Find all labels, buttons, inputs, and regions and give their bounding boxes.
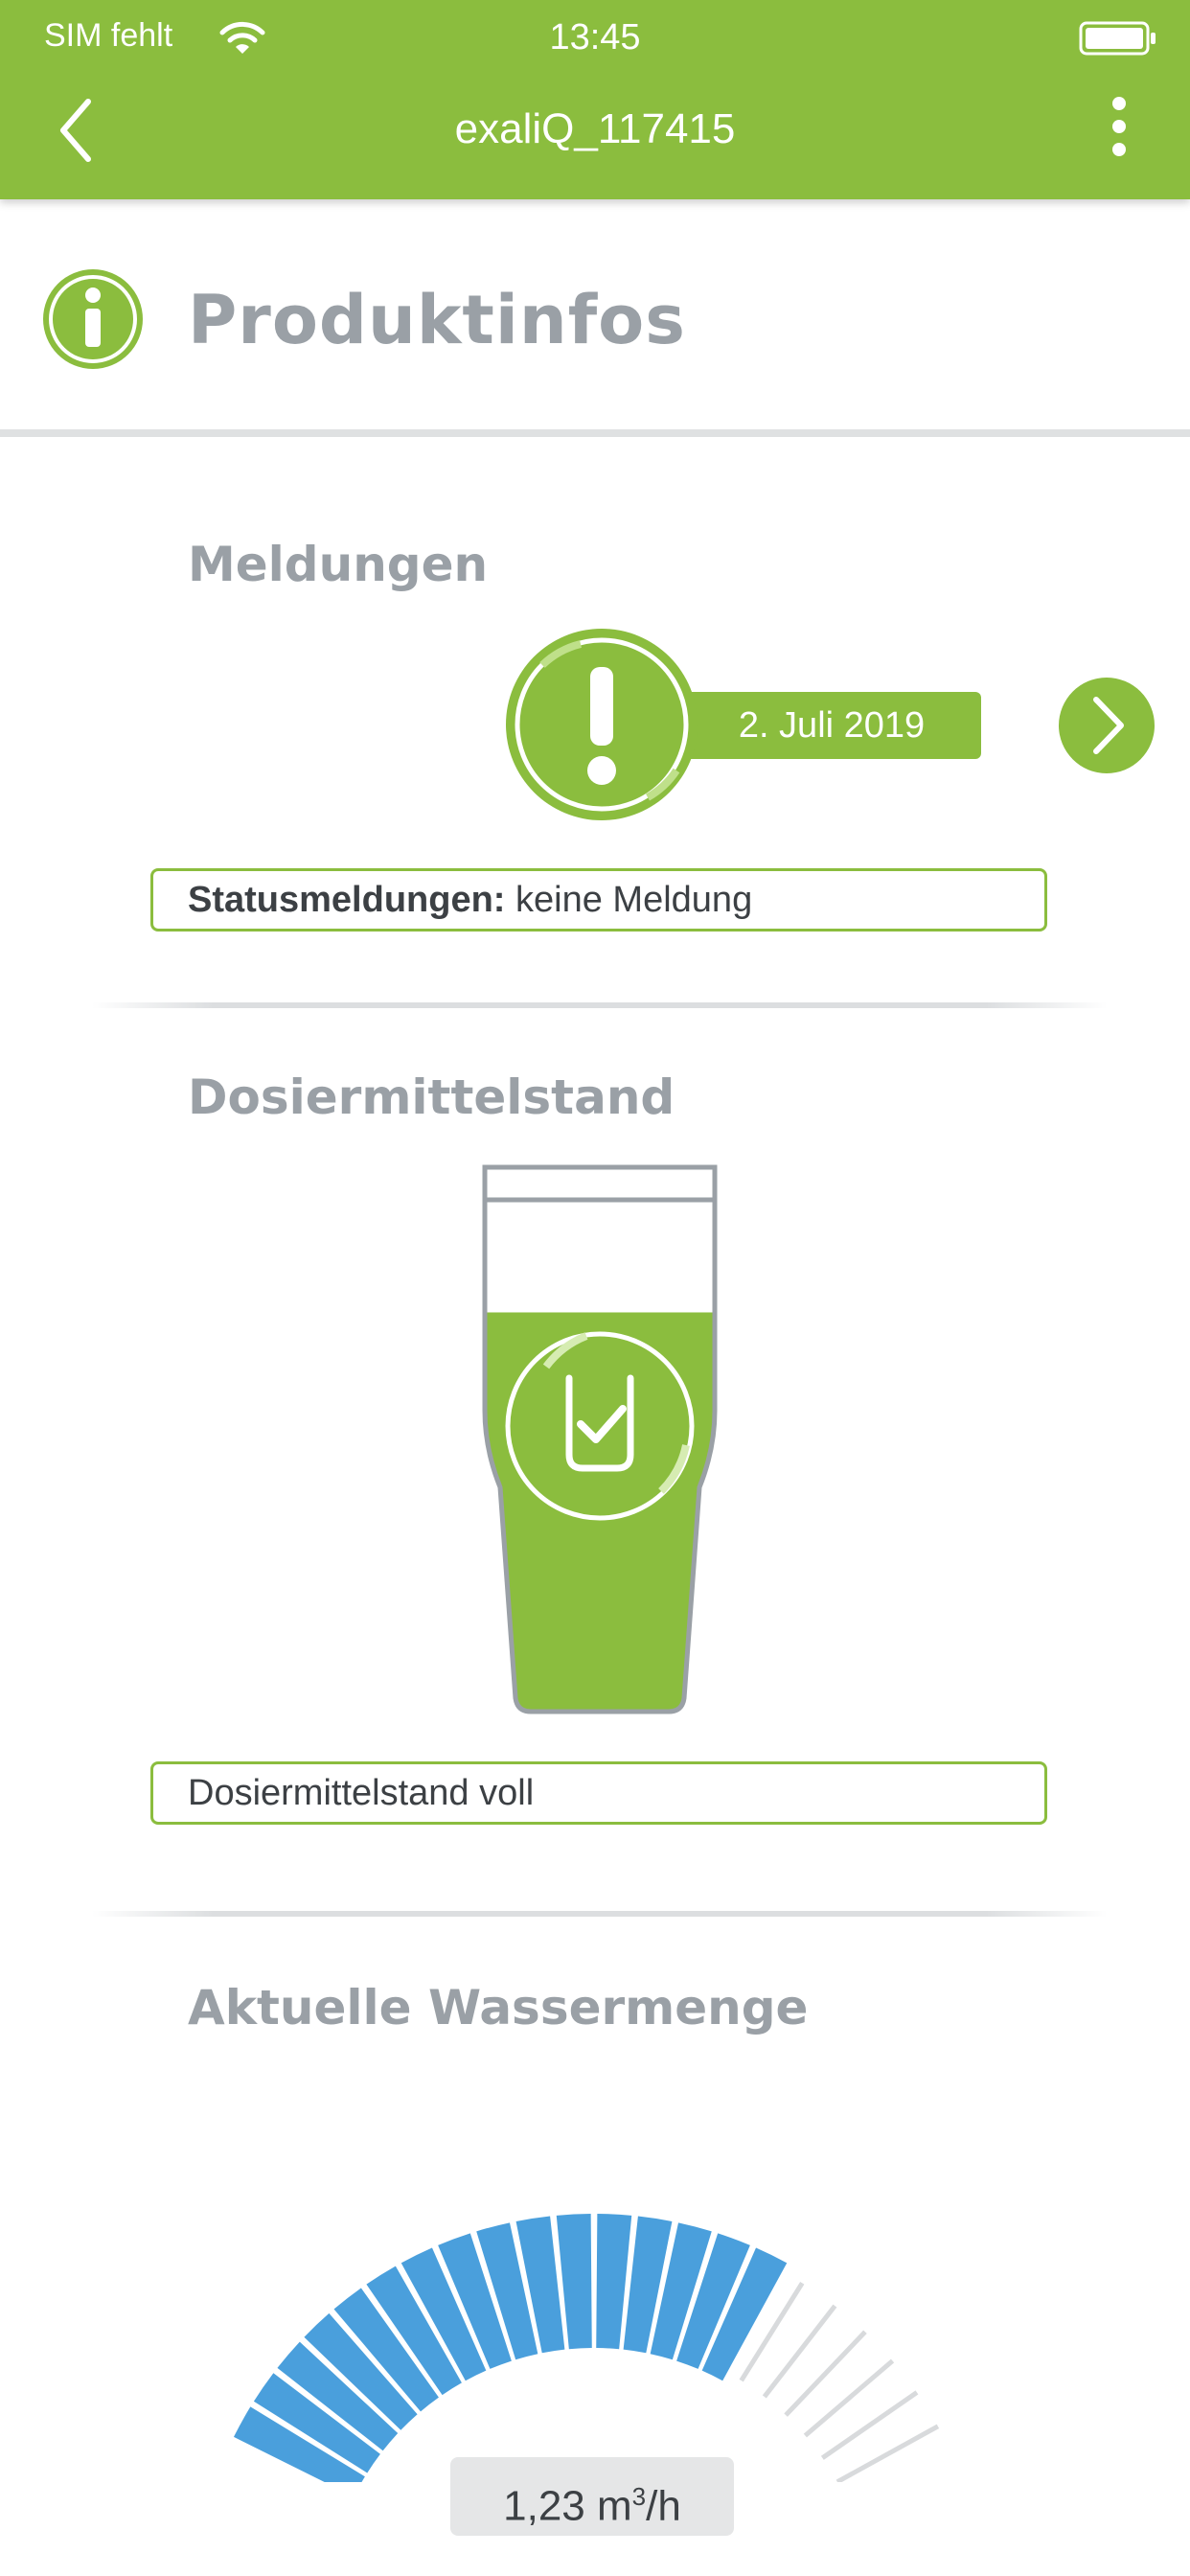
gauge-segment-inactive [762, 2304, 837, 2399]
dosing-level-text: Dosiermittelstand voll [188, 1773, 535, 1813]
app-bar-title: exaliQ_117415 [454, 105, 736, 152]
water-flow-unit-exponent: 3 [631, 2482, 647, 2511]
messages-heading: Meldungen [188, 537, 489, 592]
status-message-box: Statusmeldungen: keine Meldung [150, 868, 1047, 932]
water-flow-number: 1,23 [503, 2482, 585, 2530]
app-bar: SIM fehlt 13:45 exaliQ_117415 [0, 0, 1190, 199]
water-heading: Aktuelle Wassermenge [188, 1980, 809, 2036]
exclamation-icon [506, 629, 698, 820]
info-icon [43, 269, 143, 369]
status-value: keine Meldung [515, 880, 753, 920]
page-title: Produktinfos [188, 281, 686, 359]
section-divider [92, 1911, 1108, 1917]
status-label: Statusmeldungen: [188, 880, 506, 920]
title-divider [0, 429, 1190, 437]
water-flow-gauge [233, 2214, 940, 2482]
gauge-segment-inactive [784, 2330, 867, 2417]
battery-icon [1079, 21, 1156, 56]
water-flow-unit-suffix: /h [646, 2482, 681, 2530]
chevron-right-icon[interactable] [1058, 677, 1156, 774]
page-header: Produktinfos [0, 199, 1190, 429]
section-divider [92, 1002, 1108, 1008]
water-flow-unit: m [597, 2482, 632, 2530]
more-vert-icon[interactable] [1102, 94, 1136, 161]
dosing-heading: Dosiermittelstand [188, 1070, 675, 1125]
message-date: 2. Juli 2019 [682, 692, 981, 759]
canister-check-icon [482, 1164, 718, 1714]
status-time: 13:45 [549, 17, 641, 58]
water-flow-value: 1,23 m3/h [450, 2457, 734, 2536]
dosing-level-box: Dosiermittelstand voll [150, 1761, 1047, 1825]
gauge-segment-inactive [803, 2358, 895, 2438]
